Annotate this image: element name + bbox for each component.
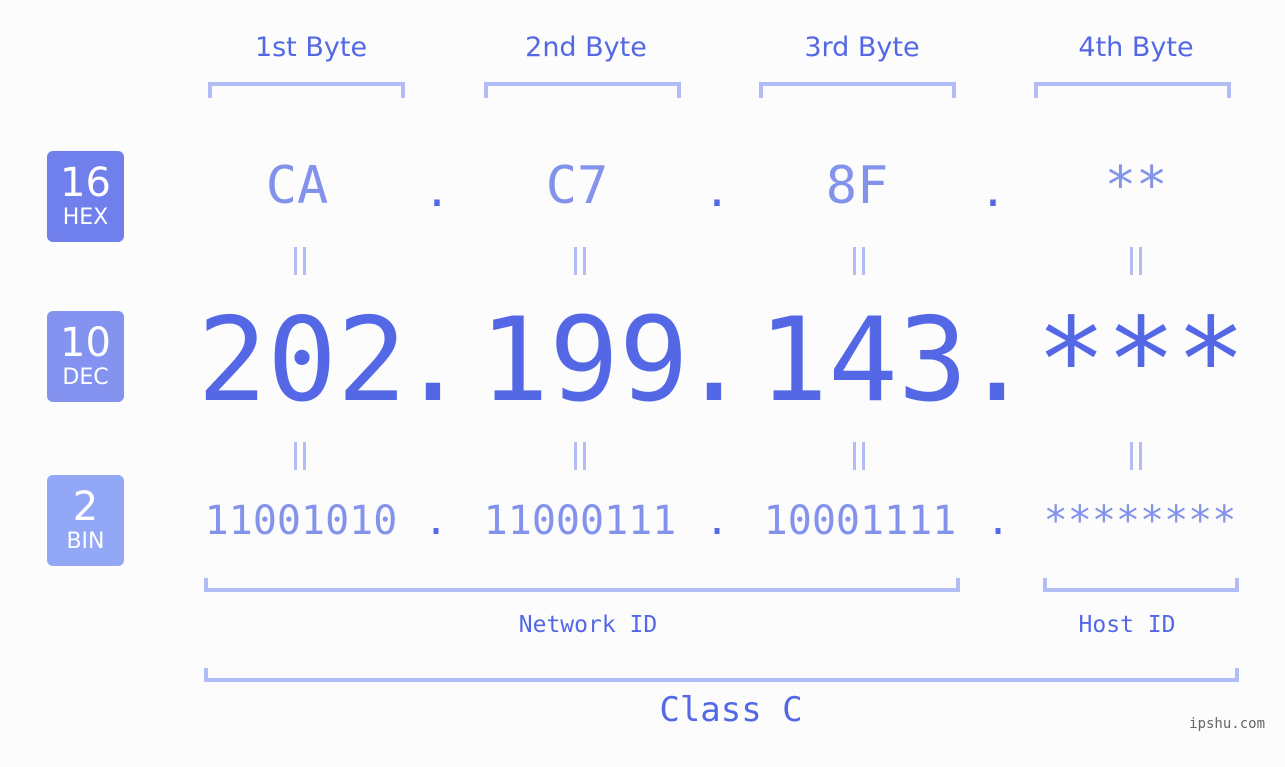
- dec-separator: .: [962, 293, 1032, 428]
- bin-badge-label: BIN: [66, 529, 105, 554]
- byte-header-3: 3rd Byte: [804, 32, 920, 63]
- byte-bracket-3: [759, 82, 956, 98]
- byte-bracket-1: [208, 82, 405, 98]
- equals-icon: [853, 442, 865, 470]
- class-bracket: [204, 668, 1239, 682]
- bin-separator: .: [985, 498, 1011, 544]
- dec-badge: 10 DEC: [47, 311, 124, 402]
- equals-icon: [853, 247, 865, 275]
- equals-icon: [574, 442, 586, 470]
- hex-badge: 16 HEX: [47, 151, 124, 242]
- byte-bracket-2: [484, 82, 681, 98]
- hex-badge-base: 16: [60, 160, 111, 206]
- hex-byte-1: CA: [265, 156, 329, 216]
- hex-byte-3: 8F: [825, 156, 889, 216]
- bin-separator: .: [704, 498, 730, 544]
- byte-header-1: 1st Byte: [254, 32, 368, 63]
- equals-icon: [1130, 247, 1142, 275]
- host-id-bracket: [1043, 578, 1239, 592]
- dec-byte-4: ***: [1036, 293, 1246, 428]
- byte-header-2: 2nd Byte: [525, 32, 647, 63]
- bin-badge: 2 BIN: [47, 475, 124, 566]
- equals-icon: [294, 247, 306, 275]
- bin-separator: .: [423, 498, 449, 544]
- byte-header-4: 4th Byte: [1078, 32, 1194, 63]
- dec-badge-label: DEC: [62, 365, 109, 390]
- hex-byte-4: **: [1104, 156, 1168, 216]
- bin-byte-2: 11000111: [483, 498, 677, 544]
- dec-byte-2: 199: [479, 293, 689, 428]
- hex-separator: .: [703, 166, 731, 217]
- dec-byte-3: 143: [758, 293, 968, 428]
- bin-byte-1: 11001010: [204, 498, 398, 544]
- class-label: Class C: [659, 690, 803, 730]
- hex-byte-2: C7: [545, 156, 609, 216]
- dec-byte-1: 202: [197, 293, 407, 428]
- dec-separator: .: [398, 293, 468, 428]
- hex-badge-label: HEX: [62, 205, 109, 230]
- hex-separator: .: [423, 166, 451, 217]
- byte-bracket-4: [1034, 82, 1231, 98]
- dec-separator: .: [679, 293, 749, 428]
- watermark: ipshu.com: [1189, 716, 1265, 732]
- bin-badge-base: 2: [72, 484, 99, 530]
- network-id-label: Network ID: [518, 612, 658, 638]
- equals-icon: [574, 247, 586, 275]
- host-id-label: Host ID: [1078, 612, 1176, 638]
- equals-icon: [294, 442, 306, 470]
- bin-byte-3: 10001111: [763, 498, 957, 544]
- bin-byte-4: ********: [1043, 498, 1237, 544]
- network-id-bracket: [204, 578, 960, 592]
- dec-badge-base: 10: [60, 320, 111, 366]
- hex-separator: .: [979, 166, 1007, 217]
- equals-icon: [1130, 442, 1142, 470]
